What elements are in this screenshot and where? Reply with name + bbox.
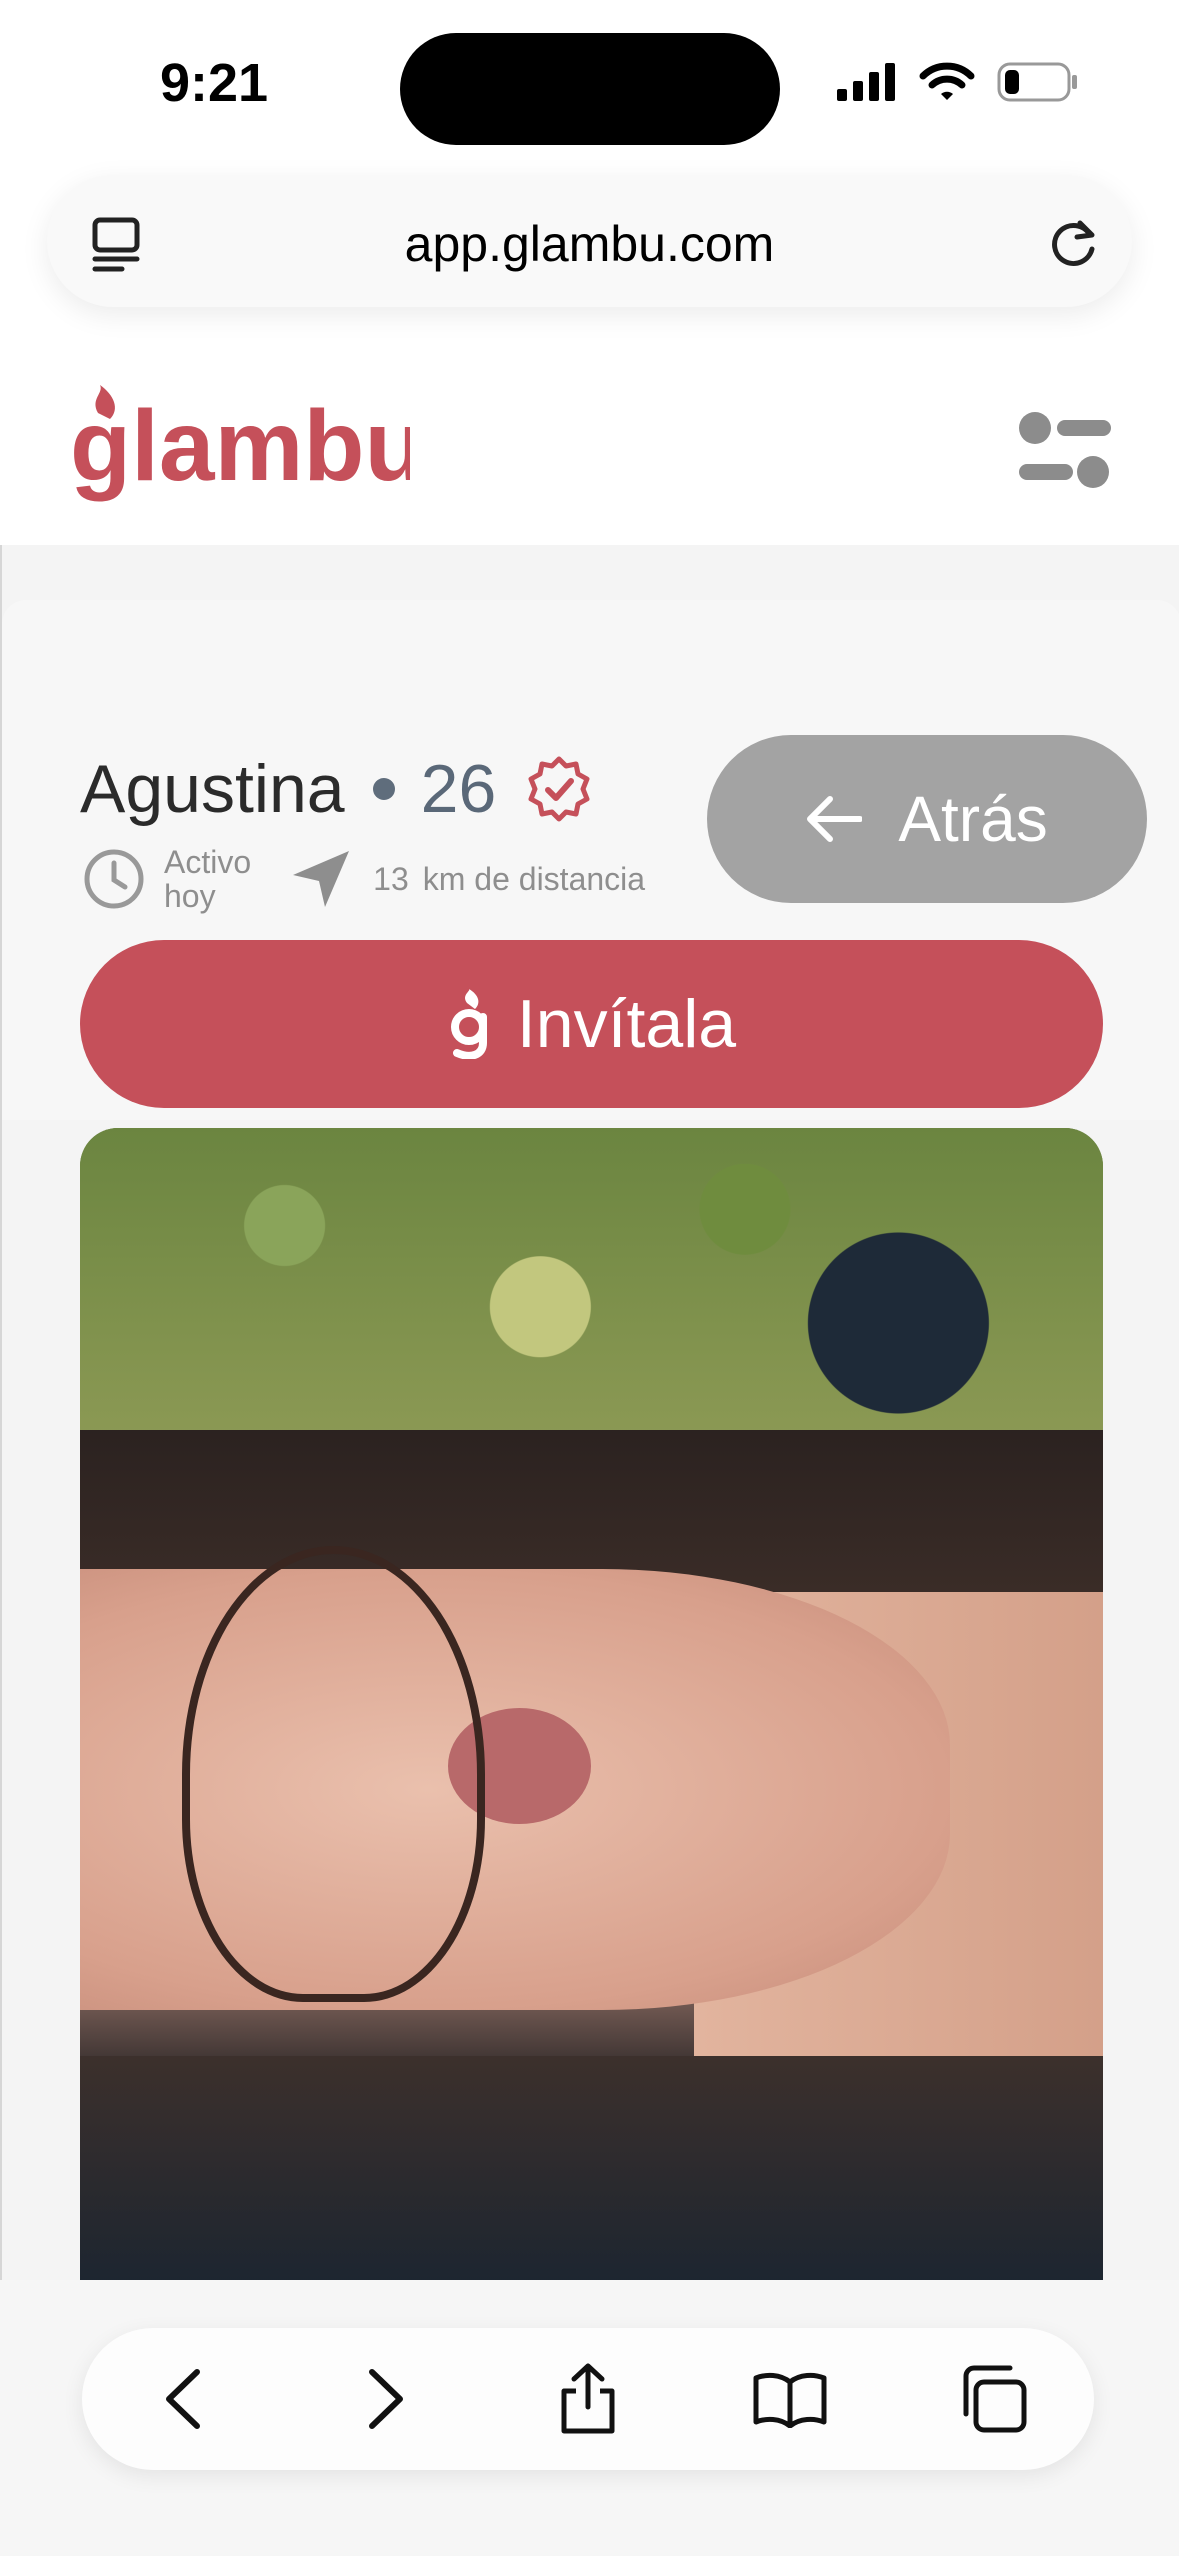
invite-button[interactable]: Invítala <box>80 940 1103 1108</box>
address-bar[interactable]: app.glambu.com <box>47 175 1132 307</box>
share-icon <box>561 2363 615 2434</box>
share-button[interactable] <box>533 2344 643 2454</box>
profile-page: Agustina 26 Activo hoy 13 km de distanci… <box>0 545 1179 2288</box>
wifi-icon <box>919 62 975 100</box>
back-nav-button[interactable] <box>128 2344 238 2454</box>
logo-text: glambu <box>70 390 410 502</box>
active-when: hoy <box>164 878 216 914</box>
distance-label: km de distancia <box>422 860 646 897</box>
location-arrow-icon <box>293 851 350 907</box>
profile-card: Agustina 26 Activo hoy 13 km de distanci… <box>2 600 1179 1120</box>
arrow-left-icon <box>807 796 863 842</box>
forward-nav-icon <box>368 2369 403 2429</box>
signal-icon <box>837 63 895 101</box>
profile-name: Agustina <box>80 751 345 827</box>
url-text[interactable]: app.glambu.com <box>47 215 1132 273</box>
name-row: Agustina 26 <box>80 750 592 828</box>
clock-icon <box>84 849 144 909</box>
forward-nav-button[interactable] <box>331 2344 441 2454</box>
tabs-icon <box>963 2365 1027 2433</box>
app-header: glambu <box>0 360 1179 545</box>
status-bar: 9:21 <box>0 0 1179 170</box>
meta-row: Activo hoy 13 km de distancia <box>82 845 645 913</box>
browser-toolbar <box>82 2328 1094 2470</box>
separator-dot <box>372 778 395 800</box>
glambu-logo[interactable]: glambu <box>70 385 410 505</box>
glambu-g-icon <box>450 989 487 1059</box>
filter-icon[interactable] <box>1019 412 1111 488</box>
activity-status: Activo hoy <box>164 845 251 913</box>
status-icons <box>837 62 1079 102</box>
tabs-button[interactable] <box>938 2344 1048 2454</box>
back-button-label: Atrás <box>898 783 1048 855</box>
bookmarks-button[interactable] <box>735 2344 845 2454</box>
dynamic-island <box>400 33 780 145</box>
verified-badge-icon <box>528 756 590 822</box>
active-label: Activo <box>164 844 252 880</box>
invite-button-label: Invítala <box>516 986 737 1062</box>
browser-toolbar-area <box>0 2280 1179 2556</box>
back-nav-icon <box>166 2369 201 2429</box>
distance-value: 13 <box>373 860 409 897</box>
profile-photo[interactable] <box>80 1128 1103 2288</box>
reload-icon[interactable] <box>1046 215 1102 271</box>
battery-icon <box>997 62 1077 102</box>
profile-age: 26 <box>420 751 497 827</box>
bookmarks-icon <box>753 2372 827 2428</box>
clock-time: 9:21 <box>160 53 269 113</box>
back-button[interactable]: Atrás <box>707 735 1147 903</box>
